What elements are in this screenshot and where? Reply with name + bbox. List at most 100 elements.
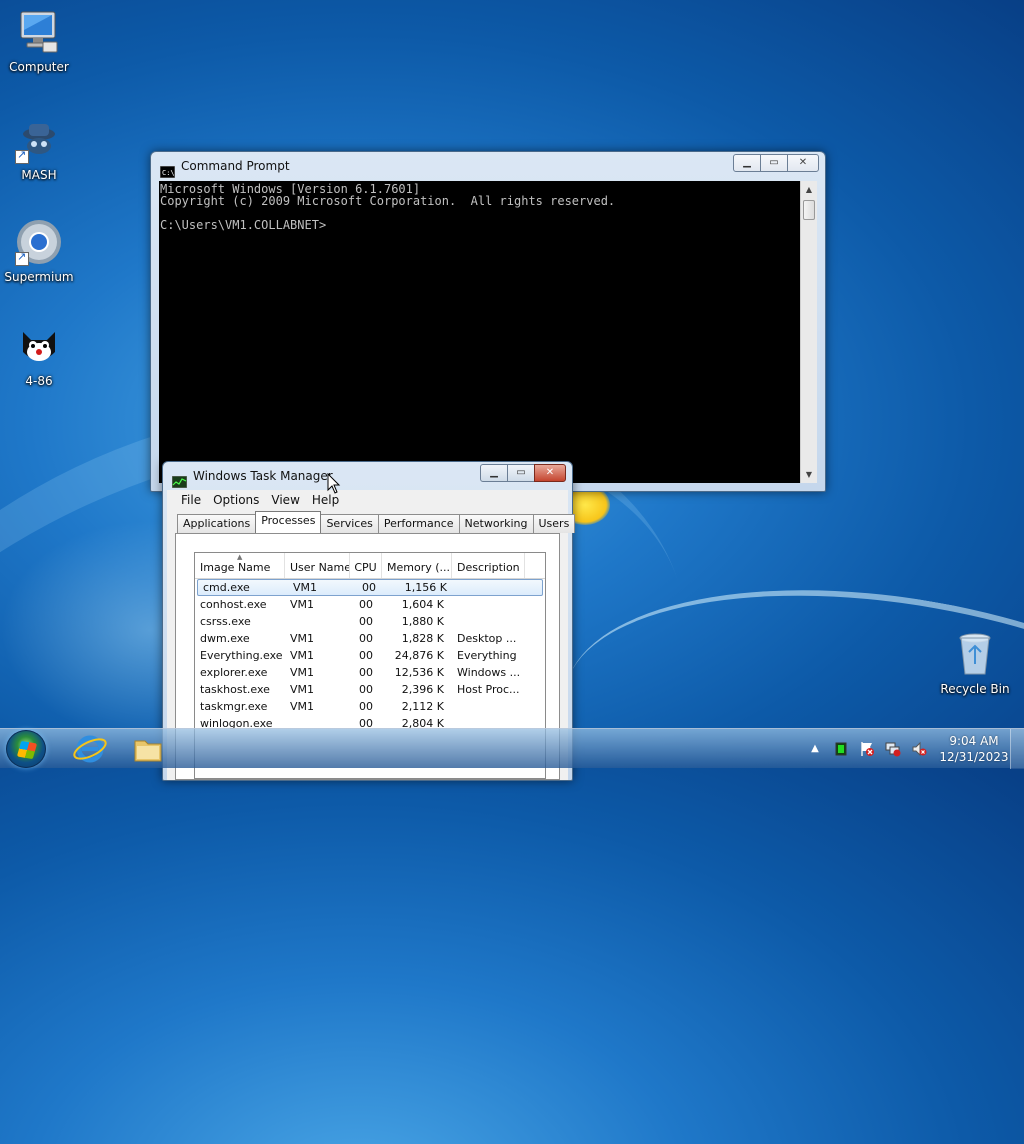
shortcut-arrow-icon [15,148,29,164]
cat-icon [15,322,63,370]
process-cpu: 00 [359,700,373,713]
scroll-down-arrow-icon[interactable]: ▼ [801,466,817,483]
process-user: VM1 [290,649,315,662]
tab-processes[interactable]: Processes [255,511,322,533]
console-area[interactable]: Microsoft Windows [Version 6.1.7601] Copy… [159,181,817,483]
process-cpu: 00 [359,649,373,662]
scroll-thumb[interactable] [803,200,815,220]
process-rows: cmd.exe VM1 00 1,156 K conhost.exe VM1 00 1,604… [195,579,545,732]
network-activity-icon[interactable] [833,741,849,757]
task-manager-titlebar[interactable]: Windows Task Manager ▁ ▭ ✕ [163,462,572,490]
shortcut-arrow-icon [15,250,29,266]
taskbar-internet-explorer[interactable] [63,731,117,767]
recycle-bin-icon [951,630,999,678]
desktop-icon-supermium[interactable]: Supermium [1,218,77,284]
scroll-up-arrow-icon[interactable]: ▲ [801,181,817,198]
tab-applications[interactable]: Applications [177,514,257,533]
process-memory: 1,156 K [404,581,447,594]
task-manager-icon [171,470,188,489]
tab-services[interactable]: Services [320,514,379,533]
tab-users[interactable]: Users [532,514,576,533]
volume-muted-icon[interactable] [911,741,927,757]
command-prompt-titlebar[interactable]: C:\ Command Prompt ▁ ▭ ✕ [151,152,825,180]
mash-icon [15,116,63,164]
taskbar-windows-explorer[interactable] [121,731,175,767]
process-row[interactable]: taskhost.exe VM1 00 2,396 K Host Proc... [195,681,545,698]
process-memory: 24,876 K [394,649,444,662]
menu-options[interactable]: Options [207,490,265,510]
desktop-icon-label: Supermium [4,270,74,284]
process-cpu: 00 [359,666,373,679]
process-name: cmd.exe [203,581,250,594]
sort-ascending-icon: ▲ [237,553,243,561]
show-hidden-icons-icon[interactable]: ▲ [807,741,823,757]
process-cpu: 00 [359,632,373,645]
console-output[interactable]: Microsoft Windows [Version 6.1.7601] Copy… [159,181,800,483]
process-memory: 1,880 K [401,615,444,628]
process-name: csrss.exe [200,615,251,628]
show-desktop-button[interactable] [1010,729,1024,769]
clock[interactable]: 9:04 AM 12/31/2023 [938,733,1010,765]
process-row[interactable]: Everything.exe VM1 00 24,876 K Everything [195,647,545,664]
minimize-button[interactable]: ▁ [480,464,508,482]
desktop-icon-4-86[interactable]: 4-86 [1,322,77,388]
mouse-pointer-icon [327,473,341,494]
network-icon[interactable] [885,741,901,757]
process-name: conhost.exe [200,598,267,611]
process-row[interactable]: csrss.exe 00 1,880 K [195,613,545,630]
desktop-icon-label: 4-86 [25,374,53,388]
process-name: taskmgr.exe [200,700,268,713]
maximize-icon: ▭ [516,467,526,478]
tab-strip: Applications Processes Services Performa… [177,511,576,533]
close-button[interactable]: ✕ [534,464,566,482]
process-user: VM1 [290,632,315,645]
process-description: Desktop ... [457,632,517,645]
menu-view[interactable]: View [265,490,305,510]
column-header-user-name[interactable]: User Name [285,553,350,578]
close-icon: ✕ [798,157,808,168]
process-user: VM1 [290,666,315,679]
process-row[interactable]: conhost.exe VM1 00 1,604 K [195,596,545,613]
action-center-flag-icon[interactable] [859,741,875,757]
process-user: VM1 [290,700,315,713]
process-row[interactable]: cmd.exe VM1 00 1,156 K [197,579,543,596]
column-header-cpu[interactable]: CPU [350,553,382,578]
tab-performance[interactable]: Performance [377,514,460,533]
process-row[interactable]: taskmgr.exe VM1 00 2,112 K [195,698,545,715]
minimize-icon: ▁ [743,157,751,168]
process-memory: 12,536 K [394,666,444,679]
maximize-icon: ▭ [769,157,779,168]
desktop-icon-label: Computer [9,60,69,74]
close-button[interactable]: ✕ [787,154,819,172]
tab-networking[interactable]: Networking [458,514,534,533]
start-button[interactable] [6,730,46,768]
maximize-button[interactable]: ▭ [760,154,788,172]
desktop-icon-computer[interactable]: Computer [1,8,77,74]
console-line: Copyright (c) 2009 Microsoft Corporation… [160,194,616,208]
menu-file[interactable]: File [175,490,207,510]
console-icon: C:\ [159,160,176,179]
supermium-icon [15,218,63,266]
column-header-memory[interactable]: Memory (... [382,553,452,578]
process-row[interactable]: dwm.exe VM1 00 1,828 K Desktop ... [195,630,545,647]
process-cpu: 00 [359,683,373,696]
desktop-icon-label: Recycle Bin [940,682,1010,696]
vertical-scrollbar[interactable]: ▲ ▼ [800,181,817,483]
minimize-button[interactable]: ▁ [733,154,761,172]
computer-icon [15,8,63,56]
process-cpu: 00 [359,598,373,611]
column-header-description[interactable]: Description [452,553,525,578]
process-cpu: 00 [362,581,376,594]
desktop-icon-recycle-bin[interactable]: Recycle Bin [937,630,1013,696]
desktop-icon-mash[interactable]: MASH [1,116,77,182]
process-memory: 1,828 K [401,632,444,645]
close-icon: ✕ [545,467,555,478]
maximize-button[interactable]: ▭ [507,464,535,482]
taskbar: ▲ 9:04 AM 12/31/2023 [0,728,1024,769]
process-description: Host Proc... [457,683,520,696]
process-row[interactable]: explorer.exe VM1 00 12,536 K Windows ... [195,664,545,681]
process-name: Everything.exe [200,649,283,662]
minimize-icon: ▁ [490,467,498,478]
process-memory: 1,604 K [401,598,444,611]
command-prompt-window[interactable]: C:\ Command Prompt ▁ ▭ ✕ Microsoft Windo… [150,151,826,492]
